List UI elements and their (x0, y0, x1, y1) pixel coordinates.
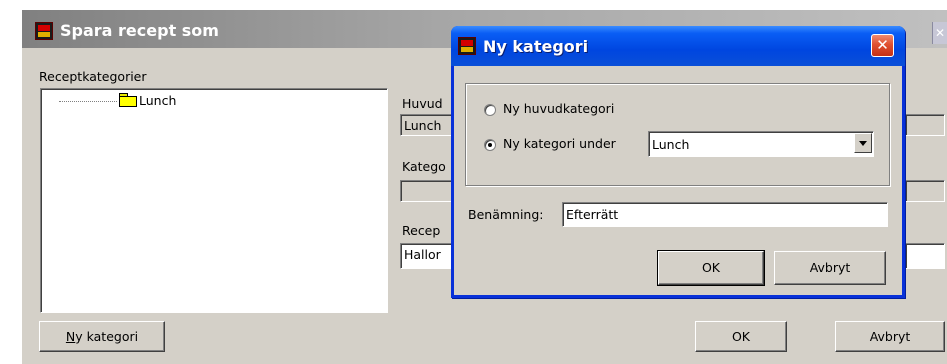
main-category-value: Lunch (404, 118, 442, 133)
main-category-label: Huvud (402, 96, 443, 111)
name-value: Efterrätt (566, 207, 619, 222)
dialog-title-bar[interactable]: Ny kategori ✕ (451, 26, 905, 66)
folder-icon (119, 93, 137, 107)
parent-category-select[interactable]: Lunch (648, 131, 874, 157)
back-window-title: Spara recept som (60, 21, 219, 40)
name-field[interactable]: Efterrätt (562, 202, 888, 227)
dialog-ok-button[interactable]: OK (657, 250, 765, 286)
category-type-group: Ny huvudkategori Ny kategori under Lunch (465, 83, 890, 186)
radio-new-subcategory[interactable] (484, 139, 496, 151)
back-close-icon[interactable]: ✕ (932, 22, 947, 44)
new-category-button[interactable]: Ny kategori (39, 321, 165, 352)
recipe-name-value: Hallor (404, 247, 441, 262)
radio-new-main-category[interactable] (484, 104, 496, 116)
name-label: Benämning: (468, 207, 544, 222)
dialog-cancel-button[interactable]: Avbryt (774, 251, 886, 285)
tree-item-lunch[interactable]: Lunch (139, 93, 176, 108)
new-category-dialog: Ny kategori ✕ Ny huvudkategori Ny katego… (451, 26, 905, 298)
category-tree[interactable]: Lunch (40, 88, 388, 313)
chevron-down-icon[interactable] (854, 133, 872, 153)
dialog-body: Ny huvudkategori Ny kategori under Lunch… (454, 66, 902, 295)
recipe-name-field-end (905, 243, 945, 269)
ok-button[interactable]: OK (695, 321, 787, 352)
category-field-end (905, 180, 945, 202)
dialog-app-icon (458, 37, 476, 55)
radio-new-main-category-label[interactable]: Ny huvudkategori (503, 101, 614, 116)
category-label: Katego (402, 159, 446, 174)
parent-category-value: Lunch (652, 137, 690, 152)
recipe-name-label: Recep (402, 223, 441, 238)
dialog-close-icon[interactable]: ✕ (871, 34, 894, 57)
main-category-field-end (905, 114, 945, 136)
recipe-categories-label: Receptkategorier (39, 69, 147, 84)
app-icon (35, 22, 53, 40)
tree-connector (59, 101, 117, 102)
dialog-title: Ny kategori (483, 37, 589, 56)
radio-new-subcategory-label[interactable]: Ny kategori under (503, 136, 616, 151)
cancel-button[interactable]: Avbryt (835, 321, 945, 352)
